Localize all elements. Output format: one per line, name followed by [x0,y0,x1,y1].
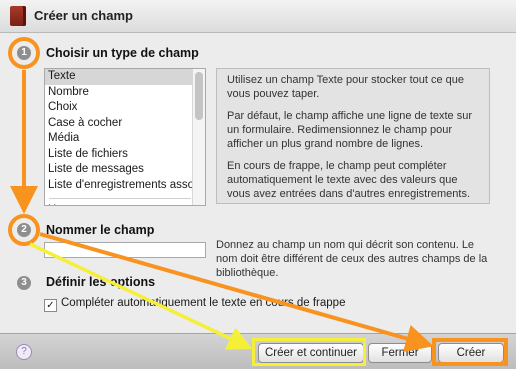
close-button[interactable]: Fermer [368,343,432,363]
field-type-description: Utilisez un champ Texte pour stocker tou… [216,68,490,204]
field-type-list[interactable]: Texte Nombre Choix Case à cocher Média Liste … [44,68,206,206]
field-type-item[interactable]: Liste de fichiers [45,147,205,163]
field-type-item[interactable]: Liste de messages [45,162,205,178]
field-name-input[interactable] [44,242,206,258]
field-type-item[interactable]: Heure [45,203,205,205]
create-and-continue-highlight [252,338,366,366]
scrollbar-thumb[interactable] [195,72,203,120]
help-icon[interactable]: ? [16,344,32,360]
field-type-item[interactable]: Liste d'enregistrements associés [45,178,205,194]
field-type-item[interactable]: Choix [45,100,205,116]
autocomplete-label: Compléter automatiquement le texte en co… [61,297,346,309]
autocomplete-checkbox[interactable]: ✓ [44,299,57,312]
field-type-item[interactable]: Média [45,131,205,147]
description-paragraph-1: Utilisez un champ Texte pour stocker tou… [227,74,465,100]
description-paragraph-3: En cours de frappe, le champ peut complé… [227,160,471,200]
field-type-item[interactable]: Nombre [45,85,205,101]
step-3-number: 3 [17,276,31,290]
field-type-list-scrollbar[interactable] [192,69,205,205]
autocomplete-option[interactable]: ✓ Compléter automatiquement le texte en c… [44,297,345,312]
field-name-help: Donnez au champ un nom qui décrit son co… [216,239,488,279]
field-type-item[interactable]: Texte [45,69,205,85]
title-bar: Créer un champ [0,0,516,33]
step-2-heading: Nommer le champ [46,223,155,237]
list-separator [49,198,191,199]
step-2-highlight-ring [8,214,40,246]
step-1-heading: Choisir un type de champ [46,46,199,60]
create-button-highlight [432,338,508,366]
field-type-item[interactable]: Case à cocher [45,116,205,132]
window-title: Créer un champ [34,8,133,23]
bento-app-icon [10,6,26,26]
step-1-highlight-ring [8,37,40,69]
step-3-heading: Définir les options [46,275,156,289]
description-paragraph-2: Par défaut, le champ affiche une ligne d… [227,110,473,150]
